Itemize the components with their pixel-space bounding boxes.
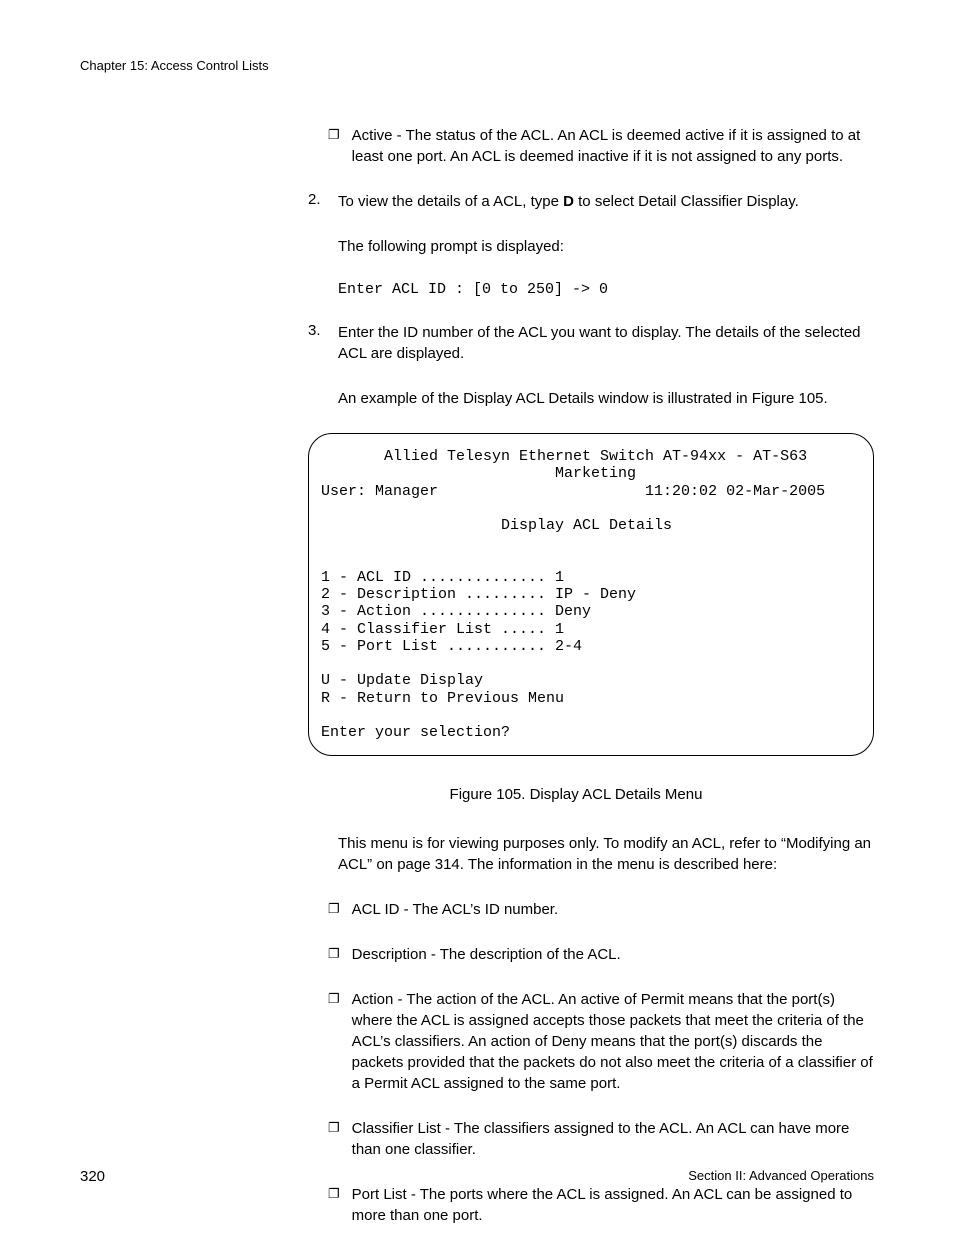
terminal-window: Allied Telesyn Ethernet Switch AT-94xx -… bbox=[308, 433, 874, 756]
bullet-marker-icon: ❐ bbox=[328, 991, 340, 1094]
main-content: ❐ Active - The status of the ACL. An ACL… bbox=[308, 125, 874, 1226]
bullet-port-list-text: Port List - The ports where the ACL is a… bbox=[352, 1184, 874, 1226]
step-2-bold-d: D bbox=[563, 193, 574, 210]
page-header: Chapter 15: Access Control Lists bbox=[80, 58, 874, 73]
figure-caption: Figure 105. Display ACL Details Menu bbox=[278, 786, 874, 803]
step-3-number: 3. bbox=[308, 322, 324, 364]
page-footer: 320 Section II: Advanced Operations bbox=[80, 1168, 874, 1185]
bullet-marker-icon: ❐ bbox=[328, 1186, 340, 1226]
bullet-active: ❐ Active - The status of the ACL. An ACL… bbox=[328, 125, 874, 167]
bullet-marker-icon: ❐ bbox=[328, 1120, 340, 1160]
step-2-para: The following prompt is displayed: bbox=[338, 236, 874, 257]
step-2-text-a: To view the details of a ACL, type bbox=[338, 193, 563, 210]
bullet-classifier-list-text: Classifier List - The classifiers assign… bbox=[352, 1118, 874, 1160]
page-number: 320 bbox=[80, 1168, 105, 1185]
step-2-mono: Enter ACL ID : [0 to 250] -> 0 bbox=[338, 281, 874, 298]
post-paragraph: This menu is for viewing purposes only. … bbox=[338, 833, 874, 875]
step-3-text: Enter the ID number of the ACL you want … bbox=[338, 322, 874, 364]
bullet-description: ❐ Description - The description of the A… bbox=[328, 944, 874, 965]
step-2: 2. To view the details of a ACL, type D … bbox=[308, 191, 874, 212]
step-3: 3. Enter the ID number of the ACL you wa… bbox=[308, 322, 874, 364]
step-2-text: To view the details of a ACL, type D to … bbox=[338, 191, 874, 212]
step-2-text-b: to select Detail Classifier Display. bbox=[574, 193, 799, 210]
bullet-marker-icon: ❐ bbox=[328, 946, 340, 965]
bullet-action-text: Action - The action of the ACL. An activ… bbox=[352, 989, 874, 1094]
bullet-description-text: Description - The description of the ACL… bbox=[352, 944, 621, 965]
bullet-active-text: Active - The status of the ACL. An ACL i… bbox=[352, 125, 874, 167]
bullet-acl-id-text: ACL ID - The ACL’s ID number. bbox=[352, 899, 558, 920]
step-2-number: 2. bbox=[308, 191, 324, 212]
bullet-marker-icon: ❐ bbox=[328, 901, 340, 920]
step-3-para: An example of the Display ACL Details wi… bbox=[338, 388, 874, 409]
bullet-acl-id: ❐ ACL ID - The ACL’s ID number. bbox=[328, 899, 874, 920]
bullet-port-list: ❐ Port List - The ports where the ACL is… bbox=[328, 1184, 874, 1226]
bullet-action: ❐ Action - The action of the ACL. An act… bbox=[328, 989, 874, 1094]
bullet-classifier-list: ❐ Classifier List - The classifiers assi… bbox=[328, 1118, 874, 1160]
bullet-marker-icon: ❐ bbox=[328, 127, 340, 167]
section-label: Section II: Advanced Operations bbox=[688, 1168, 874, 1185]
